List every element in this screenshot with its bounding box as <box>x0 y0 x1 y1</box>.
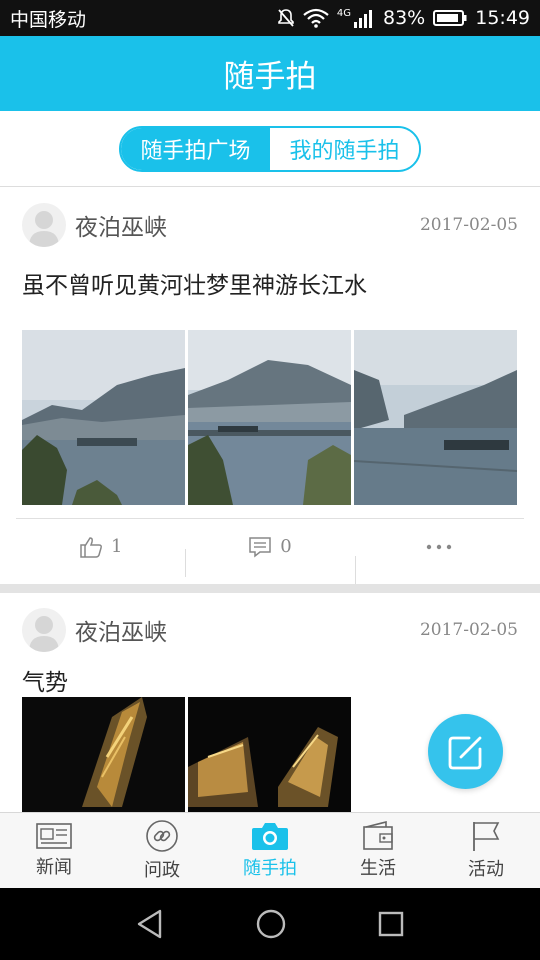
post-actions: 1 0 <box>16 518 524 584</box>
battery-icon <box>433 10 467 26</box>
thumbs-up-icon <box>80 536 102 558</box>
link-icon <box>146 820 178 852</box>
battery-percent: 83% <box>383 7 426 29</box>
wifi-icon <box>303 8 329 28</box>
system-nav <box>0 888 540 960</box>
newspaper-icon <box>36 823 72 849</box>
post-image[interactable] <box>22 330 185 505</box>
post-date: 2017-02-05 <box>419 620 518 640</box>
nav-life[interactable]: 生活 <box>324 813 432 888</box>
clock: 15:49 <box>475 7 530 29</box>
more-icon <box>427 544 452 549</box>
more-button[interactable] <box>354 543 524 584</box>
post-header: 夜泊巫峡 2017-02-05 <box>0 593 540 655</box>
post-header: 夜泊巫峡 2017-02-05 <box>0 188 540 250</box>
nav-label: 随手拍 <box>243 858 297 879</box>
username[interactable]: 夜泊巫峡 <box>75 613 420 647</box>
status-bar: 中国移动 4G 83% 15:49 <box>0 0 540 36</box>
post-text: 虽不曾听见黄河壮梦里神游长江水 <box>22 273 367 299</box>
comment-count: 0 <box>280 536 292 557</box>
compose-button[interactable] <box>428 714 503 789</box>
segmented-control: 随手拍广场 我的随手拍 <box>119 125 421 172</box>
nav-politics[interactable]: 问政 <box>108 813 216 888</box>
like-button[interactable]: 1 <box>16 536 185 558</box>
comment-button[interactable]: 0 <box>185 536 354 577</box>
recents-icon[interactable] <box>378 911 404 937</box>
carrier-label: 中国移动 <box>10 8 87 31</box>
post-image[interactable] <box>22 697 185 812</box>
nav-label: 生活 <box>360 858 396 879</box>
username[interactable]: 夜泊巫峡 <box>75 208 420 242</box>
user-icon <box>29 211 59 247</box>
nav-label: 活动 <box>468 859 504 880</box>
post-image[interactable] <box>188 330 351 505</box>
page-title: 随手拍 <box>223 59 317 95</box>
title-bar: 随手拍 <box>0 36 540 111</box>
wallet-icon <box>363 821 393 850</box>
tab-mine[interactable]: 我的随手拍 <box>270 127 419 170</box>
back-icon[interactable] <box>136 909 164 939</box>
post-card[interactable]: 夜泊巫峡 2017-02-05 虽不曾听见黄河壮梦里神游长江水 1 0 <box>0 188 540 593</box>
nav-snapshot[interactable]: 随手拍 <box>216 813 324 888</box>
like-count: 1 <box>110 536 123 557</box>
nav-events[interactable]: 活动 <box>432 813 540 888</box>
nav-label: 问政 <box>144 860 180 881</box>
tab-bar: 随手拍广场 我的随手拍 <box>0 111 540 187</box>
mute-icon <box>278 9 294 27</box>
post-date: 2017-02-05 <box>419 215 518 235</box>
status-icons: 4G 83% 15:49 <box>277 7 530 29</box>
network-label: 4G <box>336 7 351 19</box>
post-divider <box>0 584 540 593</box>
edit-icon <box>448 736 481 769</box>
post-image[interactable] <box>188 697 351 812</box>
post-images <box>0 330 540 505</box>
tab-square[interactable]: 随手拍广场 <box>121 127 270 170</box>
avatar[interactable] <box>22 608 66 652</box>
user-icon <box>29 616 59 652</box>
camera-icon <box>252 823 288 850</box>
comment-icon <box>249 536 272 558</box>
bottom-nav: 新闻 问政 随手拍 生活 活动 <box>0 812 540 888</box>
signal-icon <box>354 10 372 28</box>
nav-label: 新闻 <box>36 857 72 878</box>
flag-icon <box>473 822 500 851</box>
post-text: 气势 <box>22 670 68 696</box>
home-icon[interactable] <box>256 909 286 939</box>
nav-news[interactable]: 新闻 <box>0 813 108 888</box>
post-image[interactable] <box>354 330 517 505</box>
avatar[interactable] <box>22 203 66 247</box>
